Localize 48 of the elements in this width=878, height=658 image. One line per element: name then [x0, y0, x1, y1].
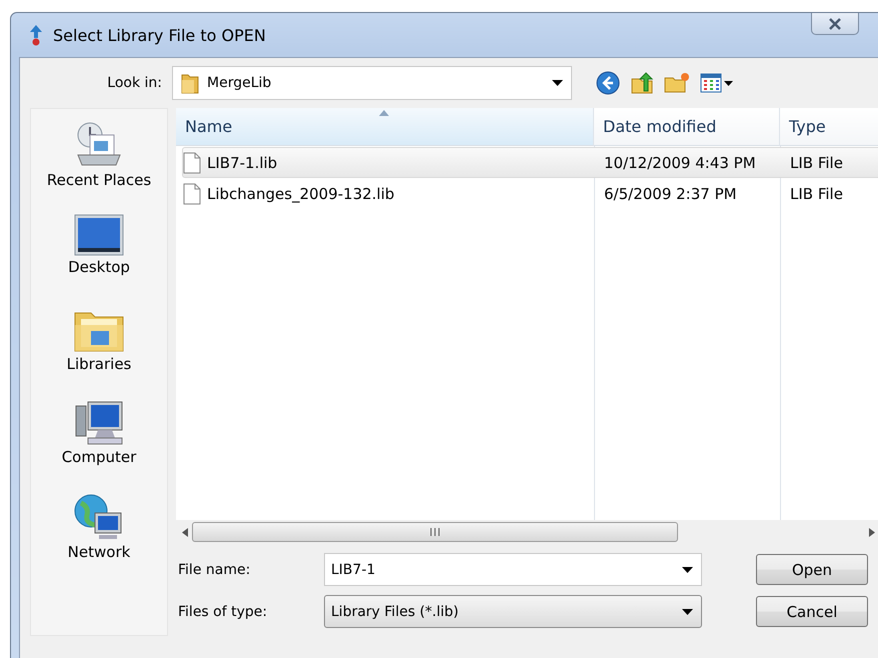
column-header[interactable]: Date modified	[594, 108, 780, 146]
new-folder-button[interactable]	[664, 72, 690, 94]
computer-icon	[74, 400, 124, 446]
look-in-dropdown[interactable]: MergeLib	[172, 66, 572, 100]
sidebar-item[interactable]: Desktop	[34, 212, 164, 305]
close-button[interactable]	[811, 13, 859, 35]
sidebar-item[interactable]: Computer	[34, 398, 164, 491]
file-name-field[interactable]: LIB7-1	[324, 553, 702, 586]
file-type-label: Files of type:	[177, 604, 268, 620]
close-icon	[828, 18, 842, 30]
date-cell-text: 10/12/2009 4:43 PM	[603, 154, 757, 172]
type-cell-text: LIB File	[789, 154, 844, 172]
type-cell-text: LIB File	[789, 184, 844, 202]
file-name-label: File name:	[177, 562, 252, 578]
sidebar-item[interactable]: Recent Places	[34, 119, 164, 212]
file-name-cell: Libchanges_2009-132.lib	[207, 184, 394, 202]
column-header[interactable]: Name	[176, 108, 594, 146]
file-row[interactable]: LIB7-1.lib 10/12/2009 4:43 PM LIB File	[182, 147, 878, 178]
up-folder-button[interactable]	[630, 71, 654, 95]
file-icon	[183, 182, 201, 204]
file-type-dropdown[interactable]: Library Files (*.lib)	[324, 595, 702, 628]
folder-icon	[181, 72, 199, 94]
view-menu-button[interactable]	[700, 73, 734, 93]
date-cell-text: 6/5/2009 2:37 PM	[603, 184, 738, 202]
scrollbar-thumb[interactable]	[192, 522, 678, 542]
sidebar-item[interactable]: Libraries	[34, 305, 164, 398]
file-icon	[183, 152, 201, 174]
window-title: Select Library File to OPEN	[53, 26, 266, 44]
dropdown-arrow-icon[interactable]	[552, 80, 563, 86]
folder-up-arrow-icon	[630, 71, 654, 95]
app-icon	[29, 24, 43, 46]
file-name-cell: LIB7-1.lib	[207, 154, 278, 172]
grip-icon	[430, 528, 440, 536]
look-in-label: Look in:	[106, 75, 163, 91]
scroll-left-icon[interactable]	[182, 528, 188, 536]
horizontal-scrollbar[interactable]	[176, 520, 878, 544]
back-button[interactable]	[596, 71, 620, 95]
dropdown-arrow-icon[interactable]	[682, 608, 693, 614]
sort-ascending-icon	[379, 110, 389, 116]
sidebar-item[interactable]: Network	[34, 491, 164, 584]
desktop-icon	[74, 214, 124, 256]
file-row[interactable]: Libchanges_2009-132.lib 6/5/2009 2:37 PM LIB File	[182, 178, 878, 209]
open-button[interactable]: Open	[756, 554, 868, 585]
dropdown-arrow-icon[interactable]	[682, 566, 693, 572]
scroll-right-icon[interactable]	[869, 528, 875, 536]
new-folder-icon	[664, 72, 690, 94]
view-grid-icon	[700, 73, 734, 93]
cancel-button[interactable]: Cancel	[756, 596, 868, 627]
